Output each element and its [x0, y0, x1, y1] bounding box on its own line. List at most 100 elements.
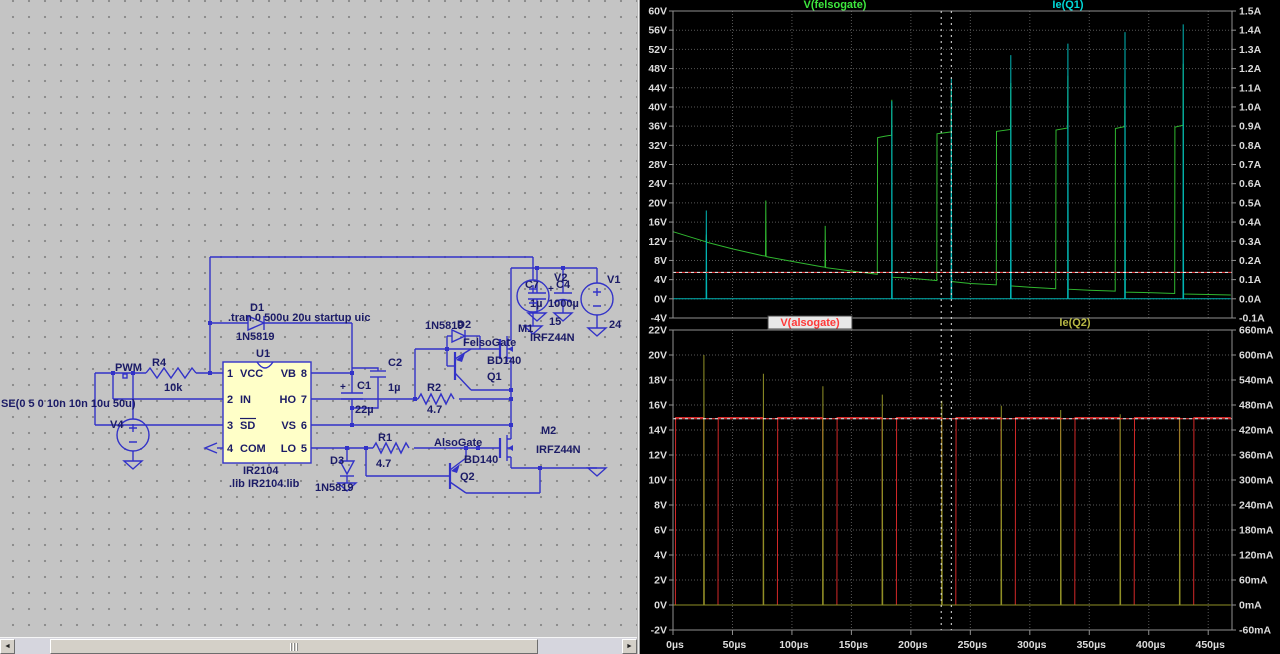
junction-dots	[111, 266, 565, 470]
right-axis-tick-label: 1.1A	[1239, 82, 1262, 94]
left-axis-tick-label: 44V	[648, 82, 667, 94]
svg-text:1N5819: 1N5819	[236, 331, 275, 343]
svg-text:22µ: 22µ	[355, 404, 374, 416]
left-axis-tick-label: -4V	[651, 313, 667, 325]
x-axis-tick-label: 200µs	[898, 639, 928, 651]
pulse-directive[interactable]: SE(0 5 0 10n 10n 10u 50u)	[1, 398, 136, 410]
right-axis-tick-label: 1.5A	[1239, 6, 1262, 18]
component-u1-ir2104[interactable]: U1 1 VCC 2 IN 3 SD 4 COM VB 8 HO 7 VS 6	[222, 348, 312, 490]
right-axis-tick-label: 360mA	[1239, 450, 1274, 462]
svg-text:R4: R4	[152, 357, 167, 369]
pin-name: VCC	[240, 368, 263, 380]
right-axis-tick-label: 0.4A	[1239, 217, 1262, 229]
x-axis-tick-label: 50µs	[723, 639, 747, 651]
waveform-plot[interactable]: 60V 56V 52V 48V 44V 40V 36V 32V 28V 24V 20V 16V 12V 8…	[640, 0, 1280, 654]
left-axis-tick-label: 12V	[648, 236, 667, 248]
svg-text:1000µ: 1000µ	[548, 298, 579, 310]
right-axis-tick-label: -0.1A	[1239, 313, 1265, 325]
left-axis-tick-label: 0V	[654, 293, 667, 305]
net-label-felsogate[interactable]: FelsoGate	[463, 337, 516, 349]
svg-text:+: +	[340, 382, 346, 393]
svg-text:10k: 10k	[164, 382, 183, 394]
left-axis-tick-label: 22V	[648, 325, 667, 337]
plot-panel-1[interactable]: 60V 56V 52V 48V 44V 40V 36V 32V 28V 24V 20V 16V 12V 8…	[648, 0, 1265, 325]
left-axis-tick-label: 14V	[648, 425, 667, 437]
pin-name: IN	[240, 394, 251, 406]
right-axis-tick-label: -60mA	[1239, 625, 1272, 637]
component-r2[interactable]: R2 4.7	[417, 382, 455, 416]
left-axis-tick-label: 8V	[654, 255, 667, 267]
right-axis-tick-label: 240mA	[1239, 500, 1274, 512]
pin-name: LO	[281, 443, 297, 455]
schematic-drawing[interactable]: U1 1 VCC 2 IN 3 SD 4 COM VB 8 HO 7 VS 6	[0, 0, 637, 637]
pin-name: VS	[281, 420, 296, 432]
ic-part-label: IR2104	[243, 465, 279, 477]
left-axis-tick-label: 18V	[648, 375, 667, 387]
left-axis-tick-label: -2V	[651, 625, 667, 637]
left-axis-tick-label: 4V	[654, 550, 667, 562]
pin-number: 2	[227, 394, 233, 406]
trace-label-ie-q1[interactable]: Ie(Q1)	[1052, 0, 1084, 11]
pin-number: 5	[301, 443, 307, 455]
svg-text:PWM: PWM	[115, 362, 142, 374]
left-axis-tick-label: 28V	[648, 159, 667, 171]
plot-panel-2[interactable]: 22V 20V 18V 16V 14V 12V 10V 8V 6V 4V 2V 0V -2V 660mA 6…	[648, 315, 1274, 637]
pin-number: 4	[227, 443, 234, 455]
left-axis-tick-label: 40V	[648, 101, 667, 113]
trace-v-alsogate[interactable]	[673, 417, 1231, 606]
svg-text:BD140: BD140	[464, 454, 498, 466]
lib-directive: .lib IR2104.lib	[229, 478, 300, 490]
svg-text:R1: R1	[378, 432, 392, 444]
right-axis-tick-label: 0mA	[1239, 600, 1262, 612]
trace-label-ie-q2[interactable]: Ie(Q2)	[1059, 317, 1091, 329]
right-axis-tick-label: 1.0A	[1239, 101, 1262, 113]
left-axis-tick-label: 20V	[648, 350, 667, 362]
scroll-left-button[interactable]: ◄	[0, 639, 15, 654]
schematic-canvas[interactable]: U1 1 VCC 2 IN 3 SD 4 COM VB 8 HO 7 VS 6	[0, 0, 637, 637]
svg-text:V2: V2	[554, 272, 567, 284]
left-axis-tick-label: 32V	[648, 140, 667, 152]
component-m2[interactable]: M2 IRFZ44N	[498, 425, 581, 461]
x-axis-tick-label: 150µs	[839, 639, 869, 651]
x-axis-tick-label: 400µs	[1136, 639, 1166, 651]
right-axis-tick-label: 420mA	[1239, 425, 1274, 437]
trace-label-v-felsogate[interactable]: V(felsogate)	[804, 0, 867, 11]
pin-name: VB	[281, 368, 296, 380]
tran-directive[interactable]: .tran 0 500u 20u startup uic	[228, 312, 370, 324]
trace-ie-q1[interactable]	[673, 24, 1231, 300]
right-axis-tick-label: 60mA	[1239, 575, 1268, 587]
component-c2[interactable]: C2 1µ	[370, 357, 402, 394]
left-axis-tick-label: 52V	[648, 44, 667, 56]
svg-text:V1: V1	[607, 274, 620, 286]
right-axis-tick-label: 1.3A	[1239, 44, 1262, 56]
net-label-pwm[interactable]: PWM	[115, 362, 142, 379]
net-label-alsogate[interactable]: AlsoGate	[434, 437, 482, 449]
waveform-pane[interactable]: 60V 56V 52V 48V 44V 40V 36V 32V 28V 24V 20V 16V 12V 8…	[640, 0, 1280, 654]
component-r4[interactable]: R4 10k	[145, 357, 197, 394]
component-q2[interactable]: BD140 Q2	[448, 454, 498, 494]
x-axis-tick-label: 100µs	[779, 639, 809, 651]
left-axis-tick-label: 56V	[648, 25, 667, 37]
svg-text:15: 15	[549, 316, 561, 328]
right-axis-tick-label: 0.0A	[1239, 293, 1262, 305]
right-axis-tick-label: 0.7A	[1239, 159, 1262, 171]
pin-number: 6	[301, 420, 307, 432]
component-v4[interactable]: V4	[110, 418, 150, 452]
component-v1[interactable]: V1 24	[580, 274, 622, 331]
scrollbar-grip	[290, 643, 298, 651]
scroll-right-button[interactable]: ►	[622, 639, 637, 654]
wires[interactable]	[94, 256, 598, 494]
svg-text:R2: R2	[427, 382, 441, 394]
component-d3[interactable]: D3 1N5819	[315, 455, 356, 494]
left-axis-tick-label: 12V	[648, 450, 667, 462]
svg-text:D2: D2	[457, 319, 471, 331]
svg-text:Q2: Q2	[460, 471, 475, 483]
right-axis-tick-label: 120mA	[1239, 550, 1274, 562]
trace-label-v-alsogate[interactable]: V(alsogate)	[780, 317, 840, 329]
component-c1[interactable]: + C1 22µ	[340, 380, 374, 416]
horizontal-scrollbar[interactable]: ◄ ►	[0, 637, 637, 654]
svg-text:IRFZ44N: IRFZ44N	[536, 444, 581, 456]
right-axis-tick-label: 480mA	[1239, 400, 1274, 412]
scrollbar-thumb[interactable]	[50, 639, 538, 654]
component-r1[interactable]: R1 4.7	[372, 432, 410, 470]
